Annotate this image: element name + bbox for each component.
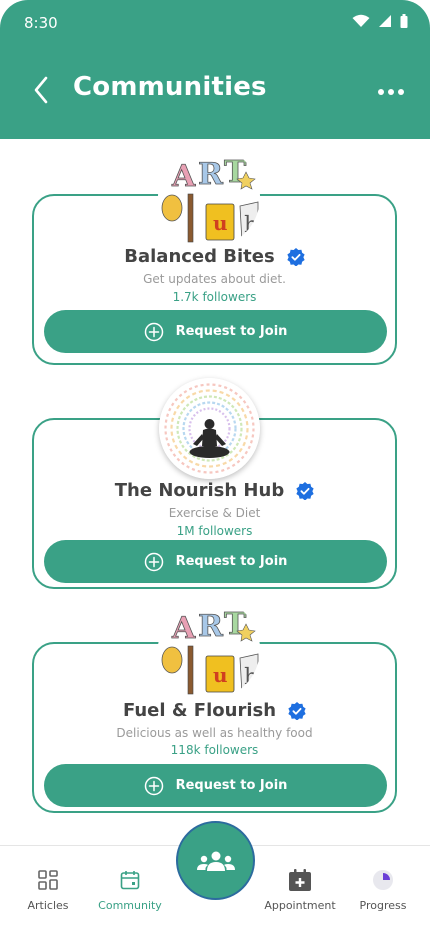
more-dot-icon: [398, 89, 404, 95]
nav-community-label: Community: [98, 899, 162, 912]
chevron-left-icon: [34, 76, 48, 104]
calendar-icon: [118, 868, 142, 892]
nav-articles-label: Articles: [27, 899, 69, 912]
back-button[interactable]: [28, 74, 54, 106]
more-dot-icon: [378, 89, 384, 95]
community-fab-button[interactable]: [176, 821, 255, 900]
request-to-join-button[interactable]: Request to Join: [44, 540, 387, 583]
request-to-join-label: Request to Join: [175, 778, 288, 793]
community-name: Balanced Bites: [124, 246, 275, 267]
request-to-join-button[interactable]: Request to Join: [44, 310, 387, 353]
request-to-join-label: Request to Join: [175, 324, 288, 339]
status-icons: [352, 14, 408, 28]
plus-circle-icon: [144, 322, 163, 341]
signal-icon: [379, 15, 391, 27]
status-time: 8:30: [24, 14, 58, 32]
community-description: Exercise & Diet: [168, 506, 261, 520]
community-avatar: A R T u h: [158, 598, 260, 700]
wifi-icon: [352, 14, 370, 27]
community-avatar: [159, 378, 260, 479]
community-avatar: A R T u h: [158, 146, 260, 248]
svg-text:A: A: [171, 611, 196, 646]
battery-icon: [400, 14, 408, 28]
calendar-plus-icon: [288, 868, 312, 892]
plus-circle-icon: [144, 776, 163, 795]
community-description: Get updates about diet.: [143, 272, 286, 286]
meditation-mandala-image: [159, 378, 260, 479]
pie-chart-icon: [371, 868, 395, 892]
community-description: Delicious as well as healthy food: [116, 726, 313, 740]
verified-badge-icon: [296, 481, 314, 500]
svg-text:R: R: [198, 609, 224, 644]
more-dot-icon: [388, 89, 394, 95]
nav-appointment-label: Appointment: [264, 899, 336, 912]
nav-community[interactable]: Community: [80, 868, 180, 912]
community-followers: 1M followers: [176, 524, 253, 538]
community-followers: 118k followers: [170, 743, 259, 757]
nav-progress-label: Progress: [359, 899, 407, 912]
group-icon: [196, 851, 235, 871]
community-name: Fuel & Flourish: [122, 700, 277, 721]
request-to-join-button[interactable]: Request to Join: [44, 764, 387, 807]
plus-circle-icon: [144, 552, 163, 571]
art-logo-image: A R T u h: [158, 146, 260, 248]
art-logo-image: A R T u h: [158, 598, 260, 700]
grid-icon: [36, 868, 60, 892]
more-options-button[interactable]: [376, 80, 406, 104]
verified-badge-icon: [288, 701, 306, 720]
svg-text:R: R: [198, 157, 224, 192]
nav-progress[interactable]: Progress: [333, 868, 430, 912]
community-followers: 1.7k followers: [172, 290, 257, 304]
svg-text:A: A: [171, 159, 196, 194]
app-header: 8:30 Communities: [0, 0, 430, 139]
svg-text:u: u: [213, 663, 228, 687]
request-to-join-label: Request to Join: [175, 554, 288, 569]
page-title: Communities: [73, 72, 267, 102]
svg-text:u: u: [213, 211, 228, 235]
community-name: The Nourish Hub: [114, 480, 285, 501]
verified-badge-icon: [287, 247, 305, 266]
